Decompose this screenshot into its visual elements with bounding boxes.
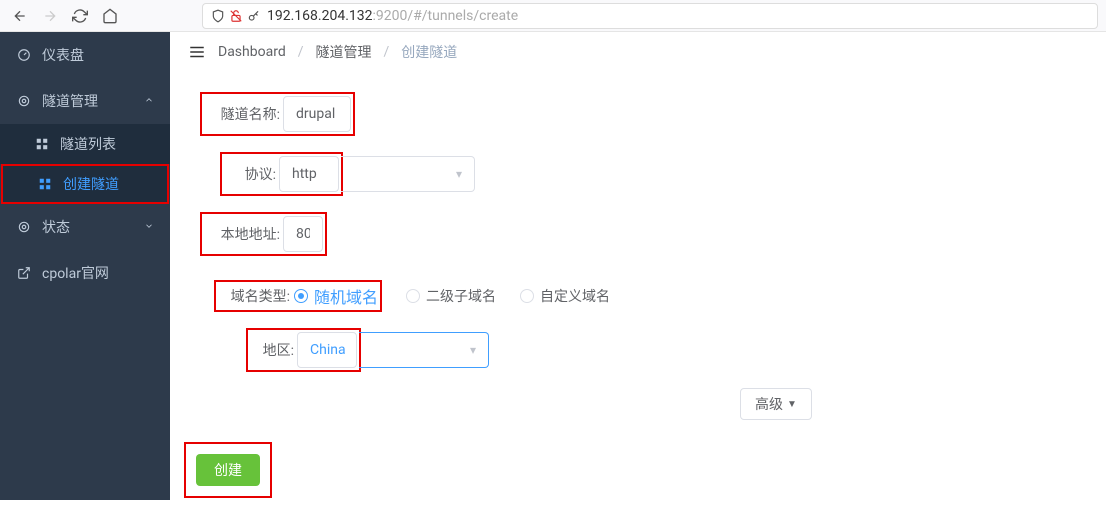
- arrow-left-icon: [12, 8, 28, 24]
- arrow-right-icon: [42, 8, 58, 24]
- shield-icon: [211, 9, 225, 23]
- radio-custom-domain[interactable]: 自定义域名: [520, 286, 610, 306]
- create-label: 创建: [214, 463, 242, 479]
- browser-toolbar: 192.168.204.132:9200/#/tunnels/create: [0, 0, 1106, 32]
- radio-random-domain[interactable]: 随机域名: [294, 284, 378, 308]
- radio-dot-icon: [294, 289, 308, 303]
- highlight-box: 创建: [184, 442, 272, 498]
- breadcrumb-sep: /: [298, 44, 304, 60]
- tunnel-name-input[interactable]: [283, 96, 351, 132]
- lock-broken-icon: [229, 9, 243, 23]
- highlight-box: 本地地址:: [200, 212, 327, 256]
- reload-button[interactable]: [68, 4, 92, 28]
- radio-dot-icon: [406, 289, 420, 303]
- home-button[interactable]: [98, 4, 122, 28]
- forward-button[interactable]: [38, 4, 62, 28]
- main-content: Dashboard / 隧道管理 / 创建隧道 隧道名称: 协议: http: [170, 32, 1106, 500]
- radio-label: 随机域名: [314, 284, 378, 308]
- highlight-box: 隧道名称:: [200, 92, 355, 136]
- region-value-display: China: [297, 332, 357, 368]
- sidebar-item-create-tunnel[interactable]: 创建隧道: [1, 164, 169, 204]
- sidebar-label: 仪表盘: [42, 45, 84, 65]
- reload-icon: [72, 8, 88, 24]
- local-addr-input[interactable]: [283, 216, 323, 252]
- region-label: 地区:: [250, 340, 298, 360]
- home-icon: [102, 8, 118, 24]
- sidebar-label: cpolar官网: [42, 263, 109, 283]
- radio-label: 二级子域名: [426, 286, 496, 306]
- sidebar-label: 状态: [42, 217, 70, 237]
- chevron-down-icon: ▾: [470, 343, 476, 357]
- url-text: 192.168.204.132:9200/#/tunnels/create: [267, 8, 518, 24]
- radio-subdomain[interactable]: 二级子域名: [406, 286, 496, 306]
- hamburger-icon[interactable]: [188, 43, 206, 61]
- sidebar-item-tunnel-list[interactable]: 隧道列表: [0, 124, 170, 164]
- radio-label: 自定义域名: [540, 286, 610, 306]
- sidebar: 仪表盘 隧道管理 隧道列表 创建隧道 状态 cpolar官网: [0, 32, 170, 500]
- external-link-icon: [16, 265, 32, 281]
- proto-label: 协议:: [224, 164, 280, 184]
- page-header: Dashboard / 隧道管理 / 创建隧道: [170, 32, 1106, 72]
- sidebar-label: 隧道列表: [60, 134, 116, 154]
- circle-icon: [16, 93, 32, 109]
- sidebar-item-dashboard[interactable]: 仪表盘: [0, 32, 170, 78]
- breadcrumb-sep: /: [384, 44, 390, 60]
- breadcrumb-dashboard[interactable]: Dashboard: [218, 44, 286, 60]
- name-label: 隧道名称:: [204, 104, 284, 124]
- back-button[interactable]: [8, 4, 32, 28]
- circle-icon: [16, 219, 32, 235]
- breadcrumb-current: 创建隧道: [401, 42, 457, 62]
- chevron-down-icon: ▾: [456, 167, 462, 181]
- advanced-button[interactable]: 高级 ▼: [740, 388, 812, 420]
- sidebar-item-tunnel-mgmt[interactable]: 隧道管理: [0, 78, 170, 124]
- sidebar-item-status[interactable]: 状态: [0, 204, 170, 250]
- address-bar[interactable]: 192.168.204.132:9200/#/tunnels/create: [202, 3, 1098, 29]
- domain-type-label: 域名类型:: [218, 286, 294, 306]
- breadcrumb-tunnel-mgmt[interactable]: 隧道管理: [316, 42, 372, 62]
- caret-down-icon: ▼: [787, 399, 797, 410]
- dashboard-icon: [16, 47, 32, 63]
- sidebar-label: 创建隧道: [63, 174, 119, 194]
- sidebar-item-cpolar-site[interactable]: cpolar官网: [0, 250, 170, 296]
- grid-icon: [37, 176, 53, 192]
- grid-icon: [34, 136, 50, 152]
- addr-label: 本地地址:: [204, 224, 284, 244]
- radio-dot-icon: [520, 289, 534, 303]
- highlight-box: 地区: China: [246, 328, 361, 372]
- region-select[interactable]: ▾: [359, 332, 489, 368]
- highlight-box: 域名类型: 随机域名: [214, 280, 382, 312]
- highlight-box: 协议: http: [220, 152, 343, 196]
- chevron-up-icon: [144, 93, 154, 109]
- proto-select[interactable]: ▾: [341, 156, 475, 192]
- proto-value-display: http: [279, 156, 339, 192]
- create-button[interactable]: 创建: [196, 454, 260, 486]
- sidebar-label: 隧道管理: [42, 91, 98, 111]
- key-icon: [247, 9, 261, 23]
- advanced-label: 高级: [755, 394, 783, 414]
- chevron-down-icon: [144, 219, 154, 235]
